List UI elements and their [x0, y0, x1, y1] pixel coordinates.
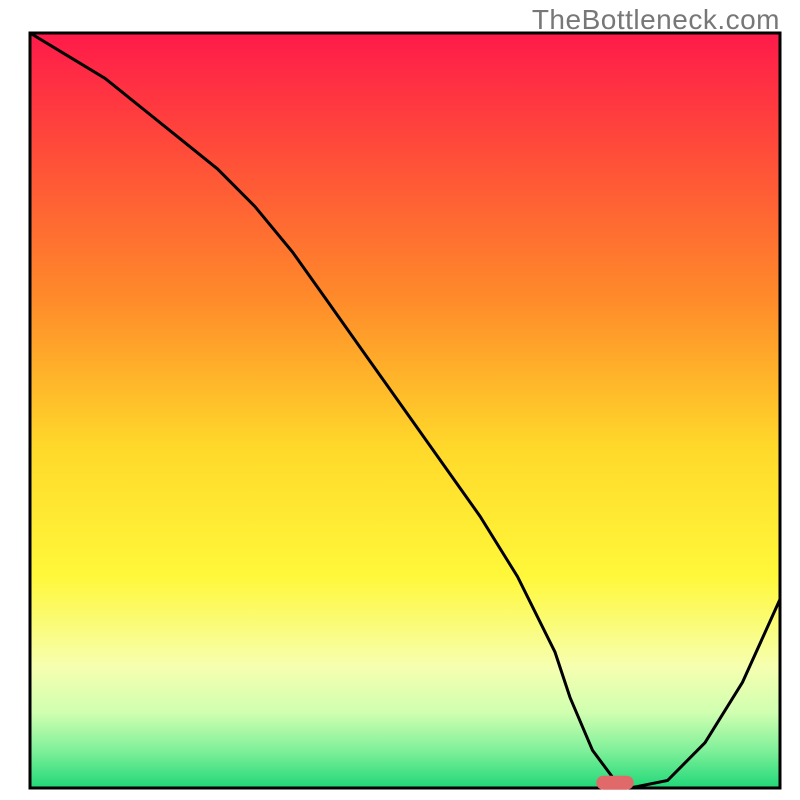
- bottleneck-chart: [0, 0, 800, 800]
- optimal-range-marker: [596, 776, 634, 790]
- chart-stage: TheBottleneck.com: [0, 0, 800, 800]
